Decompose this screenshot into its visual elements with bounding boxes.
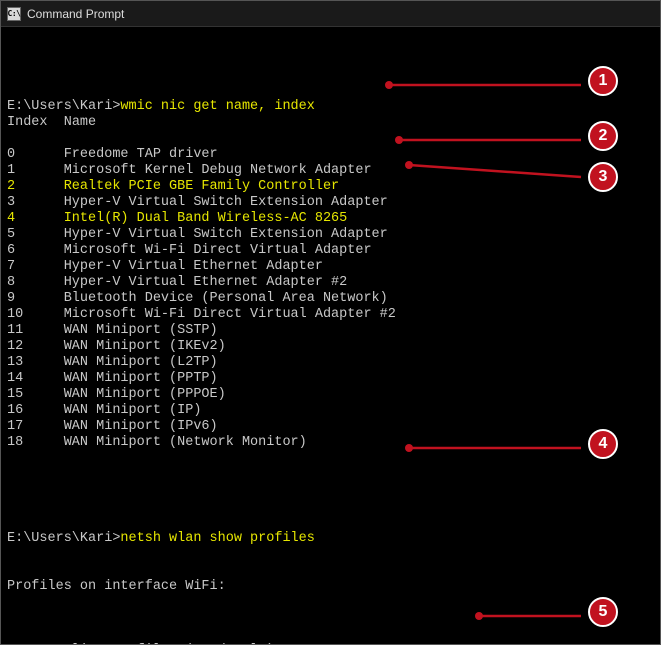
nic-row-text: 4 Intel(R) Dual Band Wireless-AC 8265 [7, 211, 347, 226]
nic-row: 3 Hyper-V Virtual Switch Extension Adapt… [7, 195, 654, 211]
nic-row: 7 Hyper-V Virtual Ethernet Adapter [7, 259, 654, 275]
nic-row: 6 Microsoft Wi-Fi Direct Virtual Adapter [7, 243, 654, 259]
prompt-path: E:\Users\Kari> [7, 99, 120, 114]
nic-row: 10 Microsoft Wi-Fi Direct Virtual Adapte… [7, 307, 654, 323]
nic-row: 12 WAN Miniport (IKEv2) [7, 339, 654, 355]
nic-header-index: Index [7, 115, 48, 130]
command-2-text: netsh wlan show profiles [120, 531, 314, 546]
blank-line [7, 499, 654, 515]
nic-row: 13 WAN Miniport (L2TP) [7, 355, 654, 371]
nic-row: 9 Bluetooth Device (Personal Area Networ… [7, 291, 654, 307]
blank-line [7, 67, 654, 83]
nic-row: 8 Hyper-V Virtual Ethernet Adapter #2 [7, 275, 654, 291]
cmd-window: C:\ Command Prompt E:\Users\Kari>wmic ni… [0, 0, 661, 645]
titlebar[interactable]: C:\ Command Prompt [1, 1, 660, 27]
nic-row: 11 WAN Miniport (SSTP) [7, 323, 654, 339]
nic-list: 0 Freedome TAP driver1 Microsoft Kernel … [7, 147, 654, 451]
badge-1: 1 [588, 66, 618, 96]
prompt-path: E:\Users\Kari> [7, 531, 120, 546]
cmd-line-1: E:\Users\Kari>wmic nic get name, index [7, 99, 315, 114]
nic-row-text: 2 Realtek PCIe GBE Family Controller [7, 179, 339, 194]
nic-row: 0 Freedome TAP driver [7, 147, 654, 163]
nic-row: 18 WAN Miniport (Network Monitor) [7, 435, 654, 451]
group-policy-header: Group policy profiles (read only) [7, 643, 654, 644]
nic-row: 16 WAN Miniport (IP) [7, 403, 654, 419]
badge-4: 4 [588, 429, 618, 459]
nic-row: 14 WAN Miniport (PPTP) [7, 371, 654, 387]
nic-header-name: Name [64, 115, 96, 130]
nic-row: 15 WAN Miniport (PPPOE) [7, 387, 654, 403]
nic-row: 5 Hyper-V Virtual Switch Extension Adapt… [7, 227, 654, 243]
nic-row: 1 Microsoft Kernel Debug Network Adapter [7, 163, 654, 179]
command-1-text: wmic nic get name, index [120, 99, 314, 114]
badge-2: 2 [588, 121, 618, 151]
nic-row: 17 WAN Miniport (IPv6) [7, 419, 654, 435]
nic-header: Index Name [7, 115, 654, 131]
window-title: Command Prompt [27, 7, 124, 21]
cmd-icon: C:\ [7, 7, 21, 21]
badge-5: 5 [588, 597, 618, 627]
nic-row: 4 Intel(R) Dual Band Wireless-AC 8265 [7, 211, 654, 227]
profiles-header: Profiles on interface WiFi: [7, 579, 654, 595]
blank-line [7, 611, 654, 627]
cmd-line-2: E:\Users\Kari>netsh wlan show profiles [7, 531, 315, 546]
blank-line [7, 467, 654, 483]
badge-3: 3 [588, 162, 618, 192]
terminal-area[interactable]: E:\Users\Kari>wmic nic get name, index I… [1, 27, 660, 644]
nic-row: 2 Realtek PCIe GBE Family Controller [7, 179, 654, 195]
blank-line [7, 547, 654, 563]
